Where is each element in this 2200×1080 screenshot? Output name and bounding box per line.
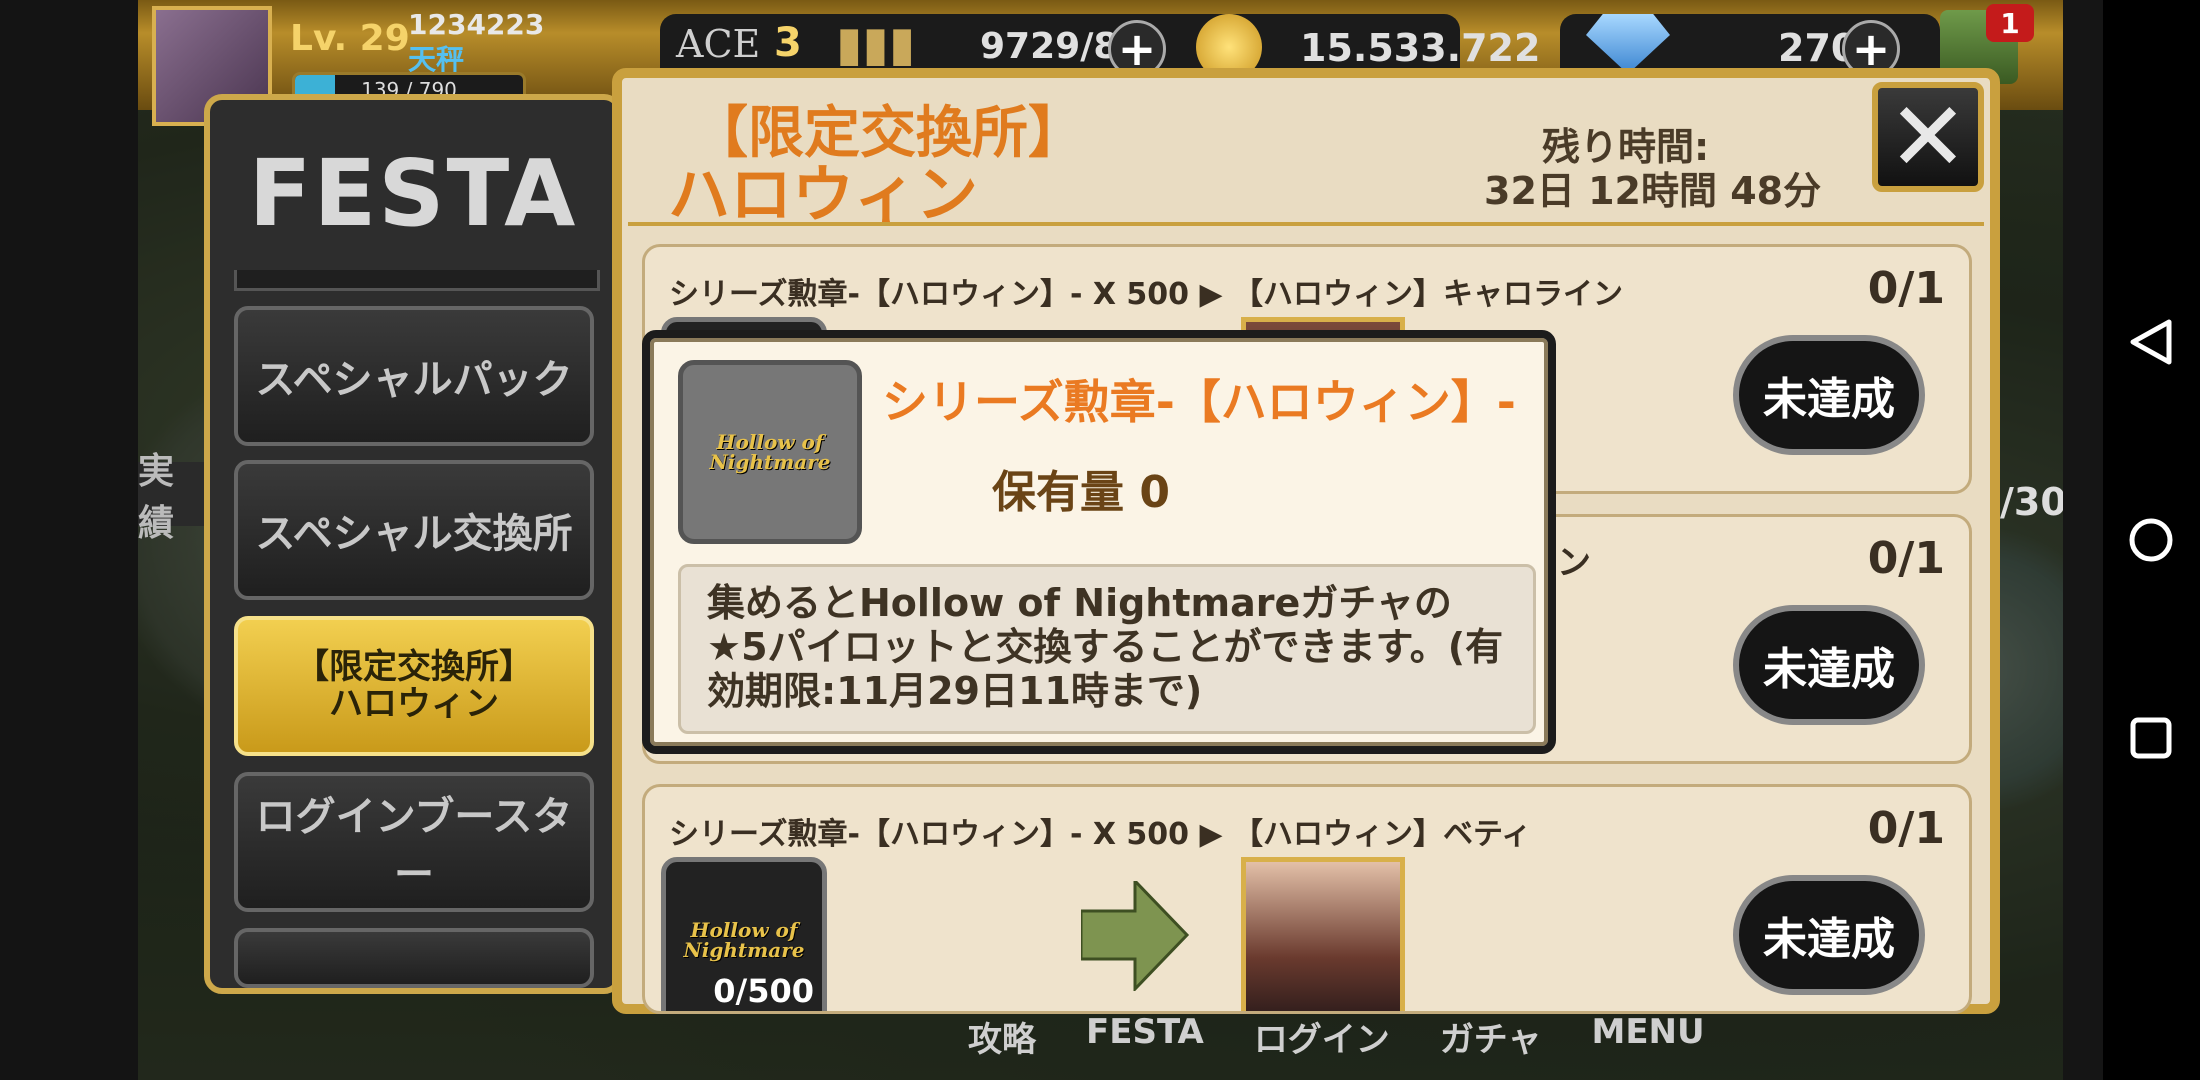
arrow-right-icon — [1081, 881, 1190, 991]
ace-label: ACE — [676, 22, 761, 66]
close-button[interactable]: ✕ — [1872, 82, 1984, 192]
festa-title: FESTA — [248, 140, 578, 247]
tab-festa[interactable]: FESTA — [1086, 1012, 1204, 1061]
player-id: 1234223 — [408, 8, 545, 41]
exchange-row-count: 0/1 — [1867, 803, 1945, 854]
progress-partial-text: /30 — [2000, 480, 2063, 524]
festa-menu-panel: FESTA スペシャルパック スペシャル交換所 【限定交換所】 ハロウィン ログ… — [204, 94, 622, 994]
status-button-not-achieved[interactable]: 未達成 — [1733, 335, 1925, 455]
home-icon[interactable] — [2119, 508, 2183, 572]
tab-login[interactable]: ログイン — [1254, 1012, 1390, 1061]
ace-value: 3 — [774, 20, 802, 66]
medal-logo-text: Hollow of Nightmare — [709, 430, 831, 474]
menu-item-login-booster[interactable]: ログインブースター — [234, 772, 594, 912]
menu-item-special-exchange[interactable]: スペシャル交換所 — [234, 460, 594, 600]
menu-item-partial-top — [234, 270, 600, 291]
exchange-row-title-partial: ン — [1557, 543, 1591, 583]
exchange-row-count: 0/1 — [1867, 263, 1945, 314]
item-description: 集めるとHollow of Nightmareガチャの★5パイロットと交換するこ… — [678, 564, 1536, 734]
tab-strategy[interactable]: 攻略 — [968, 1012, 1036, 1061]
item-name: シリーズ勲章-【ハロウィン】- — [882, 375, 1516, 429]
recents-icon[interactable] — [2119, 706, 2183, 770]
tab-menu[interactable]: MENU — [1591, 1012, 1704, 1061]
title-divider — [628, 222, 1984, 226]
medal-icon: Hollow of Nightmare — [678, 360, 862, 544]
exchange-row-title: シリーズ勲章-【ハロウィン】- X 500 ▶ 【ハロウィン】ベティ — [669, 817, 1532, 852]
menu-item-partial-bottom[interactable] — [234, 928, 594, 988]
held-amount: 保有量 0 — [992, 467, 1170, 518]
army-notification-badge: 1 — [1986, 4, 2034, 42]
player-level: Lv. 29 — [290, 18, 410, 59]
medal-progress: 0/500 — [713, 972, 814, 1010]
exchange-row-title: シリーズ勲章-【ハロウィン】- X 500 ▶ 【ハロウィン】キャロライン — [669, 277, 1624, 312]
status-button-not-achieved[interactable]: 未達成 — [1733, 605, 1925, 725]
dialog-title-line2: ハロウィン — [668, 158, 979, 231]
ammo-icon: ▮▮▮ — [836, 16, 916, 72]
remaining-time-value: 32日 12時間 48分 — [1484, 169, 1822, 213]
back-icon[interactable] — [2119, 310, 2183, 374]
status-button-not-achieved[interactable]: 未達成 — [1733, 875, 1925, 995]
reward-character-thumb[interactable] — [1241, 857, 1405, 1011]
exchange-row-count: 0/1 — [1867, 533, 1945, 584]
medal-logo-text: Hollow of Nightmare — [683, 918, 805, 962]
android-nav-bar — [2103, 0, 2200, 1080]
menu-item-special-pack[interactable]: スペシャルパック — [234, 306, 594, 446]
menu-item-halloween-exchange[interactable]: 【限定交換所】 ハロウィン — [234, 616, 594, 756]
tab-gacha[interactable]: ガチャ — [1440, 1012, 1542, 1061]
exchange-row: シリーズ勲章-【ハロウィン】- X 500 ▶ 【ハロウィン】ベティ 0/1 H… — [642, 784, 1972, 1014]
coin-value: 15.533.722 — [1300, 26, 1541, 70]
right-letterbox — [2063, 0, 2103, 1080]
item-info-popup: Hollow of Nightmare シリーズ勲章-【ハロウィン】- 保有量 … — [642, 330, 1556, 754]
medal-item-thumb: Hollow of Nightmare 0/500 — [661, 857, 827, 1011]
achievement-tab-partial[interactable]: 実績 — [138, 451, 208, 544]
left-letterbox — [0, 0, 138, 1080]
